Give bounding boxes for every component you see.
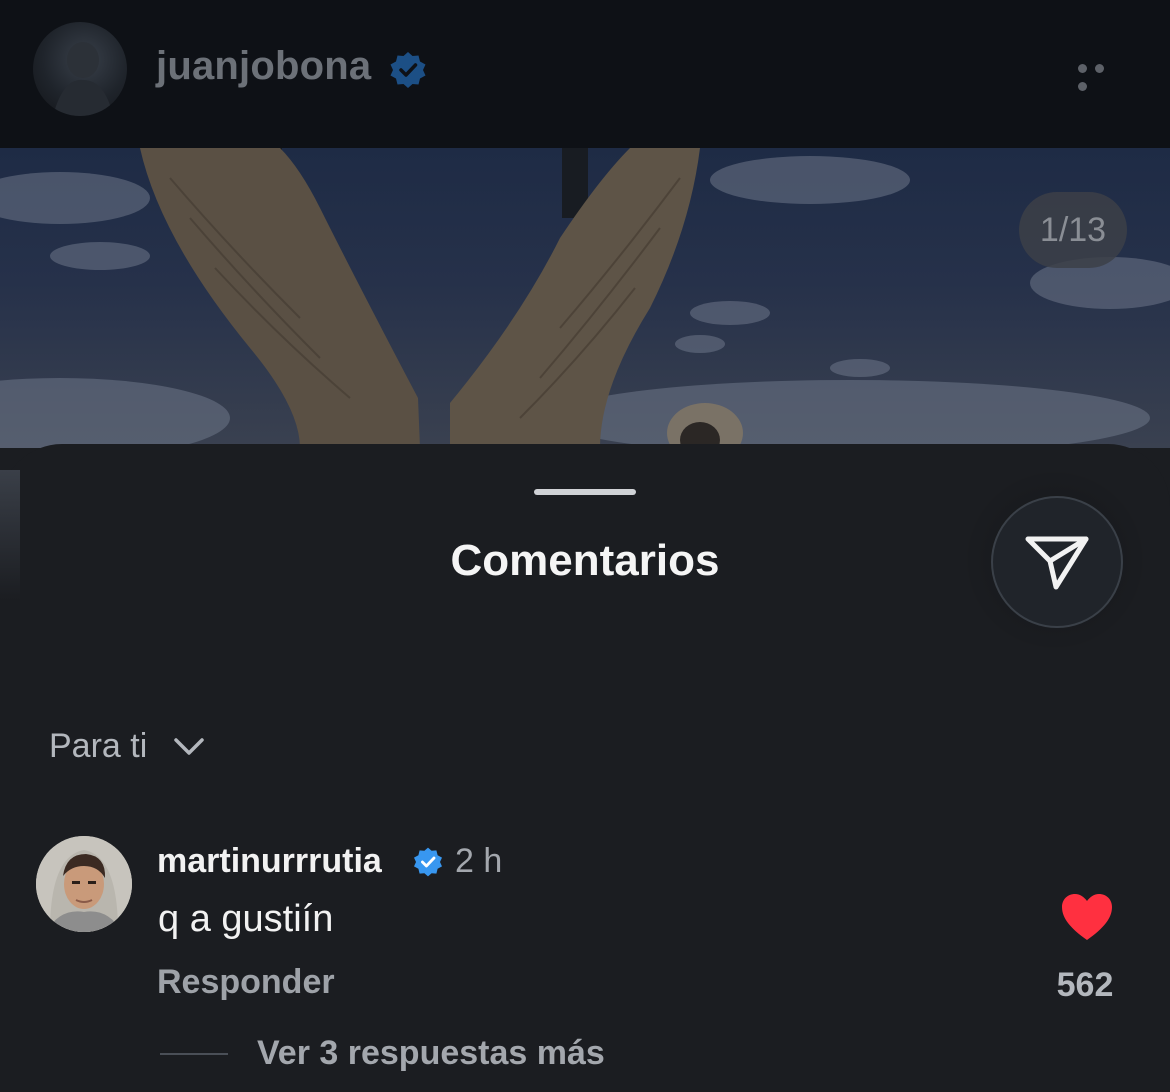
comment-timestamp: 2 h <box>455 842 503 880</box>
chevron-down-icon <box>174 737 205 755</box>
author-username[interactable]: juanjobona <box>156 44 371 89</box>
author-avatar[interactable] <box>33 22 127 116</box>
commenter-username[interactable]: martinurrrutia <box>157 842 382 881</box>
image-page-counter: 1/13 <box>1019 192 1127 268</box>
sort-label: Para ti <box>49 727 148 765</box>
heart-filled-icon[interactable] <box>1060 892 1114 942</box>
send-icon <box>1025 536 1089 590</box>
comment-sort-dropdown[interactable]: Para ti <box>49 727 205 766</box>
replies-divider <box>160 1053 228 1055</box>
verified-badge-icon <box>390 52 426 88</box>
commenter-avatar[interactable] <box>36 836 132 932</box>
post-header: juanjobona <box>0 0 1170 148</box>
share-button[interactable] <box>991 496 1123 628</box>
comment-text: q a gustiín <box>158 898 334 940</box>
view-replies-button[interactable]: Ver 3 respuestas más <box>257 1034 605 1073</box>
verified-badge-icon <box>414 847 442 877</box>
post-image[interactable] <box>0 148 1170 448</box>
sheet-grabber-handle[interactable] <box>534 489 636 495</box>
more-options-icon[interactable] <box>1078 60 1128 91</box>
reply-button[interactable]: Responder <box>157 963 335 1002</box>
like-count: 562 <box>1056 966 1114 1004</box>
